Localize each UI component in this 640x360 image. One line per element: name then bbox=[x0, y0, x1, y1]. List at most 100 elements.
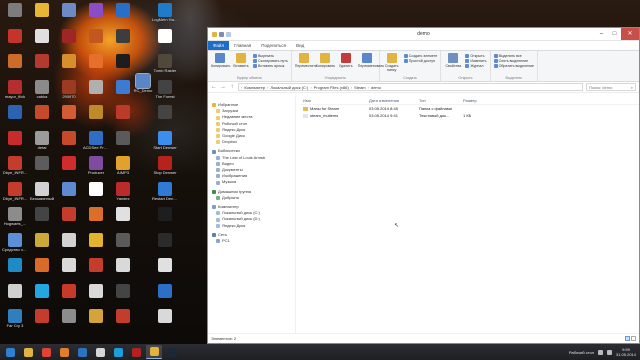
desktop-icon[interactable] bbox=[56, 309, 82, 323]
ribbon-small-button[interactable]: Скопировать путь bbox=[253, 59, 288, 63]
tab-share[interactable]: Поделиться bbox=[256, 41, 291, 50]
ribbon-button[interactable]: Переместить bbox=[295, 53, 317, 68]
taskbar-firefox-button[interactable] bbox=[56, 345, 72, 359]
ribbon-button[interactable]: Копировать bbox=[316, 53, 335, 68]
ribbon-small-button[interactable]: Снять выделение bbox=[493, 59, 535, 63]
desktop-icon[interactable] bbox=[29, 309, 55, 323]
ribbon-button[interactable]: Переименовать bbox=[358, 53, 384, 68]
desktop-icon[interactable]: Far Cry 3 bbox=[2, 309, 28, 328]
desktop-icon[interactable] bbox=[83, 207, 109, 221]
desktop-icon[interactable] bbox=[110, 232, 136, 247]
desktop-icon[interactable] bbox=[56, 3, 82, 17]
ribbon-button[interactable]: Свойства bbox=[444, 53, 462, 68]
taskbar-outlook-button[interactable] bbox=[74, 345, 90, 359]
desktop-icon[interactable] bbox=[56, 181, 82, 196]
tab-file[interactable]: Файл bbox=[208, 41, 230, 50]
desktop-icon[interactable] bbox=[56, 156, 82, 170]
taskbar-start-button[interactable] bbox=[2, 345, 18, 359]
large-icons-view-icon[interactable] bbox=[631, 336, 636, 341]
column-header-date[interactable]: Дата изменения bbox=[366, 98, 416, 103]
tab-view[interactable]: Вид bbox=[291, 41, 309, 50]
desktop-icon[interactable] bbox=[152, 105, 178, 119]
column-header-size[interactable]: Размер bbox=[460, 98, 500, 103]
file-row[interactable]: Мапы for Steam 03.05.2014 8:45 Папка с фай… bbox=[300, 105, 639, 112]
desktop-icon[interactable]: cabka bbox=[29, 79, 55, 99]
selected-desktop-icon[interactable]: RC_Demo bbox=[130, 73, 156, 93]
breadcrumb-item[interactable]: demo bbox=[371, 85, 381, 90]
desktop-icon[interactable] bbox=[2, 3, 28, 17]
address-bar[interactable]: › Компьютер › Локальный диск (C:) › Program F… bbox=[238, 83, 583, 91]
desktop-icon[interactable] bbox=[110, 28, 136, 43]
desktop-icon[interactable]: LogMeIn Hamachi bbox=[152, 3, 178, 22]
column-header-name[interactable]: Имя bbox=[300, 98, 366, 103]
breadcrumb-item[interactable]: Компьютер bbox=[244, 85, 265, 90]
desktop-icon[interactable]: Средство записи... bbox=[2, 232, 28, 252]
desktop-icon[interactable] bbox=[29, 207, 55, 221]
ribbon-small-button[interactable]: Создать элемент bbox=[403, 54, 437, 58]
desktop-icon[interactable] bbox=[56, 105, 82, 119]
desktop-icon[interactable] bbox=[110, 309, 136, 323]
nav-item[interactable]: Добрыня bbox=[208, 195, 295, 201]
ribbon-small-button[interactable]: Открыть bbox=[465, 54, 486, 58]
maximize-button[interactable]: □ bbox=[608, 28, 621, 40]
details-view-icon[interactable] bbox=[625, 336, 630, 341]
desktop-icon[interactable] bbox=[2, 54, 28, 68]
desktop-icon[interactable] bbox=[29, 54, 55, 68]
ribbon-small-button[interactable]: Вырезать bbox=[253, 54, 288, 58]
desktop-icon[interactable] bbox=[56, 258, 82, 272]
desktop-icon[interactable] bbox=[152, 28, 178, 43]
desktop-icon[interactable] bbox=[83, 28, 109, 43]
desktop-icon[interactable] bbox=[83, 309, 109, 323]
desktop-icon[interactable] bbox=[29, 28, 55, 43]
desktop-icon[interactable] bbox=[152, 309, 178, 323]
search-box[interactable]: Поиск: demo ⌕ bbox=[586, 83, 636, 91]
desktop-icon[interactable] bbox=[110, 3, 136, 17]
desktop-icon[interactable] bbox=[29, 156, 55, 170]
forward-button[interactable]: → bbox=[220, 84, 226, 90]
network-icon[interactable] bbox=[597, 349, 603, 355]
desktop-icon[interactable] bbox=[83, 3, 109, 17]
breadcrumb-item[interactable]: Program Files (x86) bbox=[314, 85, 349, 90]
column-header-type[interactable]: Тип bbox=[416, 98, 460, 103]
desktop-icon[interactable] bbox=[152, 232, 178, 247]
nav-item[interactable]: Яндекс.Диск bbox=[208, 223, 295, 229]
desktop-icon[interactable] bbox=[2, 105, 28, 119]
taskbar-media-button[interactable] bbox=[92, 345, 108, 359]
desktop-icon[interactable] bbox=[110, 105, 136, 119]
desktop-icon[interactable] bbox=[83, 79, 109, 94]
back-button[interactable]: ← bbox=[211, 84, 217, 90]
desktop-icon[interactable]: Start Denwer bbox=[152, 130, 178, 150]
ribbon-small-button[interactable]: Изменить bbox=[465, 59, 487, 63]
desktop-icon[interactable] bbox=[83, 232, 109, 247]
desktop-icon[interactable]: Безымянный bbox=[29, 181, 55, 201]
desktop-icon[interactable]: Tomb Raider bbox=[152, 54, 178, 73]
desktop-icon[interactable] bbox=[56, 232, 82, 247]
file-row[interactable]: steam_mutiems 03.05.2014 9:41 Текстовый до… bbox=[300, 112, 639, 119]
desktop-icon[interactable] bbox=[83, 105, 109, 119]
desktop-icon[interactable] bbox=[56, 28, 82, 43]
desktop-icon[interactable] bbox=[56, 207, 82, 221]
desktop-icon[interactable] bbox=[110, 54, 136, 68]
desktop-icon[interactable] bbox=[83, 54, 109, 68]
desktop-icon[interactable] bbox=[152, 207, 178, 221]
desktop-icon[interactable] bbox=[83, 283, 109, 298]
desktop-icon[interactable]: ACDSee Pro 3 Новая папка bbox=[83, 130, 109, 150]
desktop-icon[interactable] bbox=[110, 130, 136, 145]
desktop-icon[interactable]: detai bbox=[29, 130, 55, 150]
close-button[interactable]: ✕ bbox=[621, 28, 639, 40]
desktop-icon[interactable] bbox=[56, 130, 82, 145]
desktop-icon[interactable]: Yandex bbox=[110, 181, 136, 201]
ribbon-small-button[interactable]: Выделить все bbox=[493, 54, 535, 58]
desktop-icon[interactable] bbox=[2, 28, 28, 43]
tray-desktop-label[interactable]: Рабочий стол bbox=[569, 350, 594, 355]
taskbar-skype-button[interactable] bbox=[110, 345, 126, 359]
breadcrumb-item[interactable]: Steam bbox=[354, 85, 366, 90]
desktop-icon[interactable] bbox=[29, 3, 55, 17]
ribbon-small-button[interactable]: Обратить выделение bbox=[493, 64, 534, 68]
ribbon-small-button[interactable]: Журнал bbox=[465, 64, 486, 68]
desktop-icon[interactable] bbox=[29, 232, 55, 247]
desktop-icon[interactable] bbox=[29, 283, 55, 298]
desktop-icon[interactable]: Dbye_INFR... bbox=[2, 181, 28, 201]
desktop-icon[interactable] bbox=[2, 130, 28, 145]
taskbar-chrome-button[interactable] bbox=[38, 345, 54, 359]
